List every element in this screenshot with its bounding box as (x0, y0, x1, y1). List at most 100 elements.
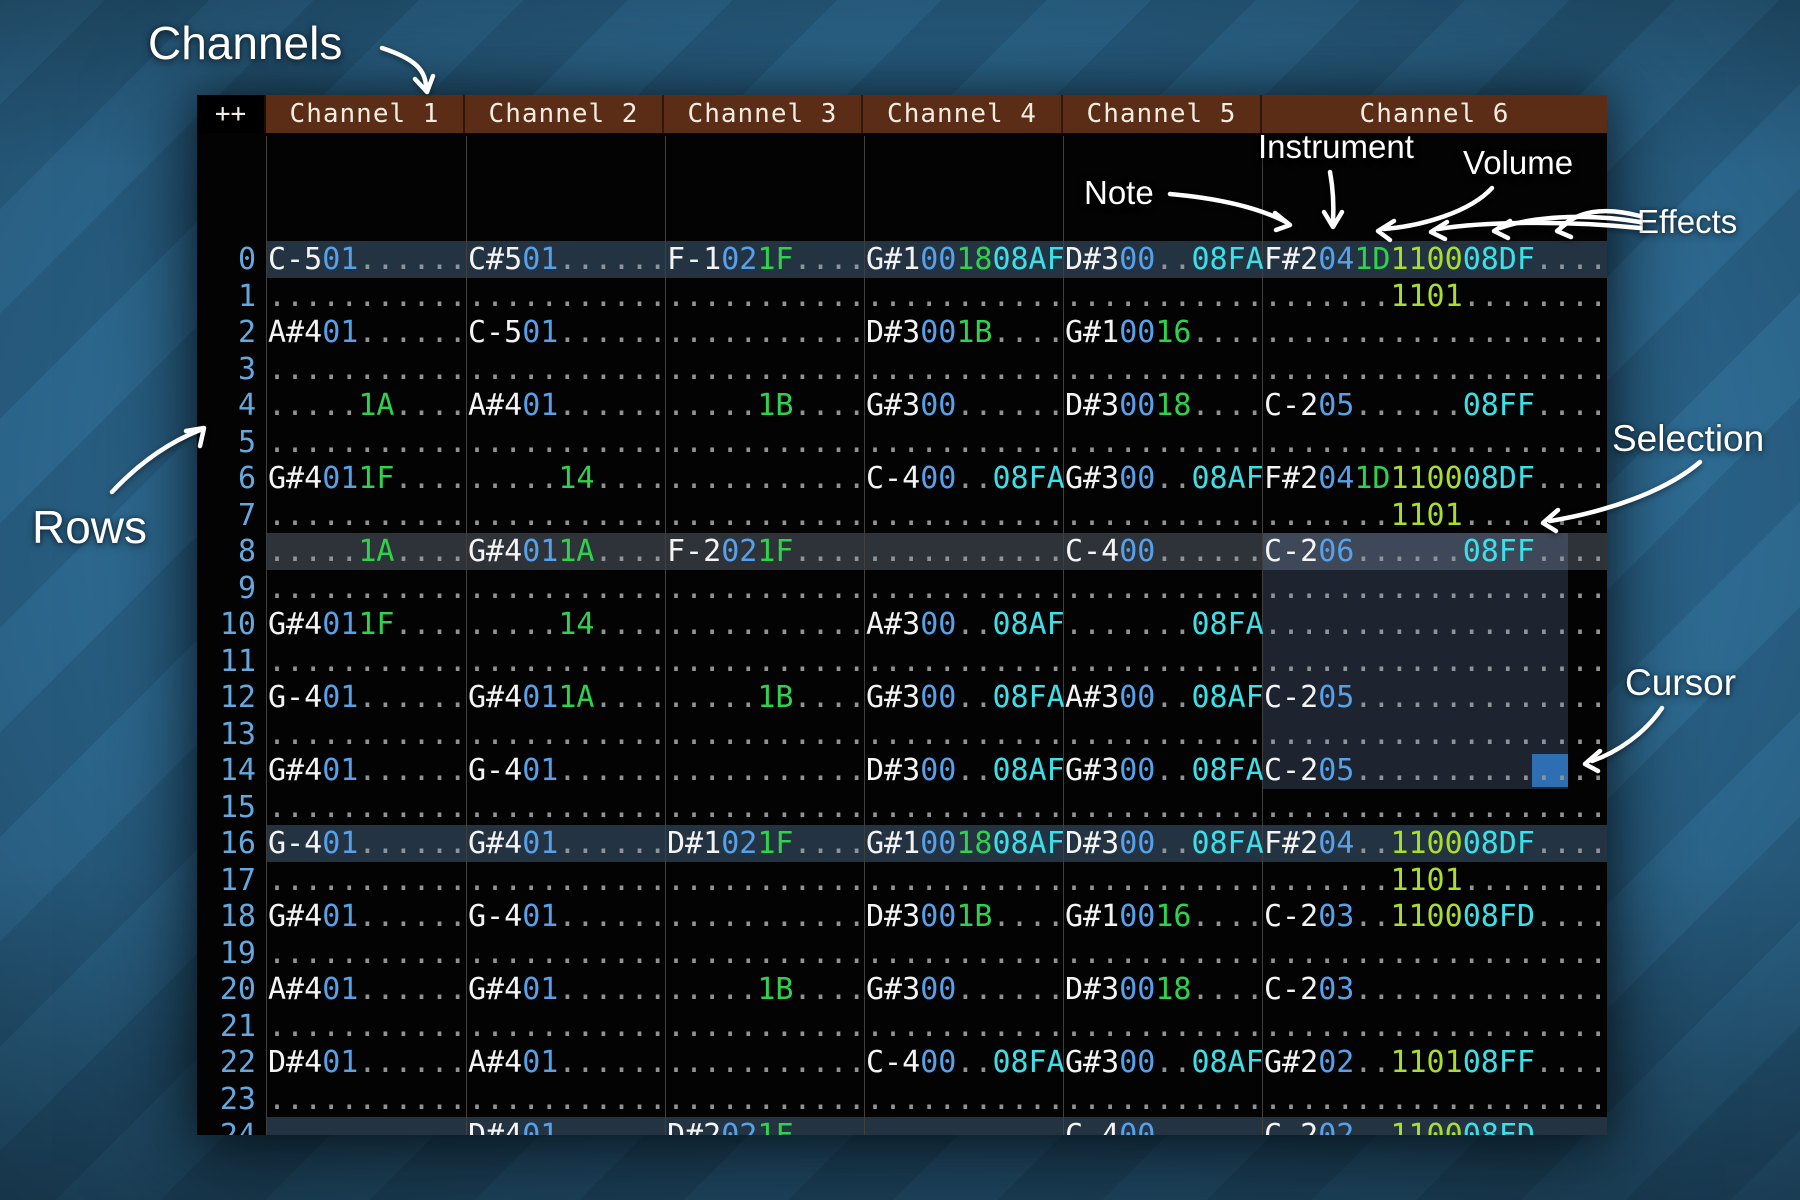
pattern-cell[interactable]: ........... (866, 278, 1065, 315)
pattern-cell[interactable]: ........... (667, 460, 866, 497)
pattern-cell[interactable]: F#2041D110008DF.... (1264, 241, 1607, 278)
pattern-cell[interactable]: G#401...... (268, 752, 467, 789)
pattern-cell[interactable]: ................... (1264, 570, 1607, 607)
pattern-cell[interactable]: .....1B.... (667, 387, 866, 424)
pattern-cell[interactable]: C-400...... (1065, 1117, 1264, 1135)
pattern-cell[interactable]: ........... (268, 789, 467, 826)
pattern-cell[interactable]: A#401...... (468, 387, 667, 424)
pattern-cell[interactable]: ........... (667, 1081, 866, 1118)
pattern-cell[interactable]: ........... (667, 862, 866, 899)
pattern-cell[interactable]: .....1B.... (667, 679, 866, 716)
pattern-cell[interactable]: .......08FA (1065, 606, 1264, 643)
pattern-cell[interactable]: ........... (1065, 1008, 1264, 1045)
pattern-cell[interactable]: .....1A.... (268, 387, 467, 424)
pattern-cell[interactable]: ........... (866, 643, 1065, 680)
pattern-cell[interactable]: ........... (667, 752, 866, 789)
pattern-cell[interactable]: ........... (866, 862, 1065, 899)
pattern-cell[interactable]: G-401...... (468, 898, 667, 935)
pattern-cell[interactable]: F-2021F.... (667, 533, 866, 570)
pattern-cell[interactable]: ........... (1065, 570, 1264, 607)
pattern-cell[interactable]: ........... (468, 497, 667, 534)
pattern-cell[interactable]: G#10016.... (1065, 898, 1264, 935)
pattern-cell[interactable]: D#1021F.... (667, 825, 866, 862)
pattern-cell[interactable]: D#2021F.... (667, 1117, 866, 1135)
pattern-cell[interactable]: A#401...... (268, 314, 467, 351)
pattern-cell[interactable]: D#3001B.... (866, 314, 1065, 351)
pattern-cell[interactable]: G#300..08FA (1065, 752, 1264, 789)
pattern-cell[interactable]: ........... (1065, 351, 1264, 388)
pattern-cell[interactable]: A#300..08AF (866, 606, 1065, 643)
pattern-cell[interactable]: ................... (1264, 935, 1607, 972)
pattern-cell[interactable]: G#4011F.... (268, 460, 467, 497)
pattern-cell[interactable]: ........... (667, 606, 866, 643)
pattern-cell[interactable]: D#300..08FA (1065, 825, 1264, 862)
pattern-cell[interactable]: ........... (866, 570, 1065, 607)
pattern-cell[interactable]: ........... (1065, 1081, 1264, 1118)
pattern-cell[interactable]: D#401...... (268, 1044, 467, 1081)
pattern-cell[interactable]: ........... (1065, 716, 1264, 753)
pattern-cell[interactable]: G#4011F.... (268, 606, 467, 643)
pattern-cell[interactable]: .......1101........ (1264, 278, 1607, 315)
pattern-cell[interactable]: ........... (866, 935, 1065, 972)
pattern-cell[interactable]: ........... (866, 1117, 1065, 1135)
pattern-cell[interactable]: ........... (268, 351, 467, 388)
pattern-cell[interactable]: G-401...... (468, 752, 667, 789)
pattern-cell[interactable]: C-203..110008FD.... (1264, 898, 1607, 935)
pattern-cell[interactable]: ........... (667, 1044, 866, 1081)
pattern-cell[interactable]: D#30018.... (1065, 387, 1264, 424)
pattern-cell[interactable]: C-202..110008FD.... (1264, 1117, 1607, 1135)
pattern-cell[interactable]: ........... (468, 278, 667, 315)
pattern-cell[interactable]: ........... (667, 351, 866, 388)
pattern-cell[interactable]: ........... (866, 424, 1065, 461)
pattern-cell[interactable]: ........... (1065, 424, 1264, 461)
pattern-cell[interactable]: C-205.............. (1264, 752, 1607, 789)
pattern-cell[interactable]: C-400...... (1065, 533, 1264, 570)
pattern-cell[interactable]: G#10016.... (1065, 314, 1264, 351)
pattern-cell[interactable]: D#3001B.... (866, 898, 1065, 935)
pattern-cell[interactable]: ........... (667, 935, 866, 972)
pattern-cell[interactable]: ........... (866, 533, 1065, 570)
pattern-cell[interactable]: ................... (1264, 424, 1607, 461)
pattern-cell[interactable]: .....1B.... (667, 971, 866, 1008)
pattern-cell[interactable]: ........... (268, 424, 467, 461)
pattern-cell[interactable]: ........... (268, 570, 467, 607)
pattern-cell[interactable]: ........... (468, 351, 667, 388)
pattern-cell[interactable]: F-1021F.... (667, 241, 866, 278)
pattern-cell[interactable]: ........... (667, 424, 866, 461)
pattern-cell[interactable]: ........... (268, 1008, 467, 1045)
pattern-cell[interactable]: ........... (667, 1008, 866, 1045)
pattern-cell[interactable]: ................... (1264, 606, 1607, 643)
pattern-cell[interactable]: ........... (1065, 862, 1264, 899)
pattern-cell[interactable]: ........... (1065, 497, 1264, 534)
pattern-cell[interactable]: ........... (667, 789, 866, 826)
pattern-cell[interactable]: ........... (866, 351, 1065, 388)
pattern-cell[interactable]: G#300...... (866, 387, 1065, 424)
pattern-cell[interactable]: D#30018.... (1065, 971, 1264, 1008)
pattern-cell[interactable]: ........... (268, 643, 467, 680)
pattern-cell[interactable]: ........... (268, 716, 467, 753)
pattern-cell[interactable]: ........... (1065, 643, 1264, 680)
pattern-cell[interactable]: .......1101........ (1264, 862, 1607, 899)
pattern-cell[interactable]: ........... (468, 789, 667, 826)
pattern-cell[interactable]: A#300..08AF (1065, 679, 1264, 716)
pattern-cell[interactable]: ........... (468, 643, 667, 680)
pattern-cell[interactable]: C-205.............. (1264, 679, 1607, 716)
pattern-cell[interactable]: ........... (468, 424, 667, 461)
pattern-cell[interactable]: ........... (1065, 278, 1264, 315)
pattern-cell[interactable]: ........... (667, 314, 866, 351)
pattern-cell[interactable]: ........... (468, 935, 667, 972)
pattern-cell[interactable]: ........... (268, 1081, 467, 1118)
pattern-cell[interactable]: ........... (866, 497, 1065, 534)
pattern-cell[interactable]: ................... (1264, 643, 1607, 680)
pattern-cell[interactable]: ........... (667, 570, 866, 607)
pattern-cell[interactable]: G#300..08AF (1065, 460, 1264, 497)
pattern-cell[interactable]: F#2041D110008DF.... (1264, 460, 1607, 497)
pattern-cell[interactable]: G#1001808AF (866, 825, 1065, 862)
pattern-cell[interactable]: C#501...... (468, 241, 667, 278)
pattern-cell[interactable]: ........... (667, 716, 866, 753)
pattern-cell[interactable]: ................... (1264, 716, 1607, 753)
pattern-cell[interactable]: ........... (1065, 789, 1264, 826)
pattern-cell[interactable]: C-400..08FA (866, 460, 1065, 497)
pattern-cell[interactable]: G-401...... (268, 825, 467, 862)
pattern-cell[interactable]: .....1A.... (268, 533, 467, 570)
